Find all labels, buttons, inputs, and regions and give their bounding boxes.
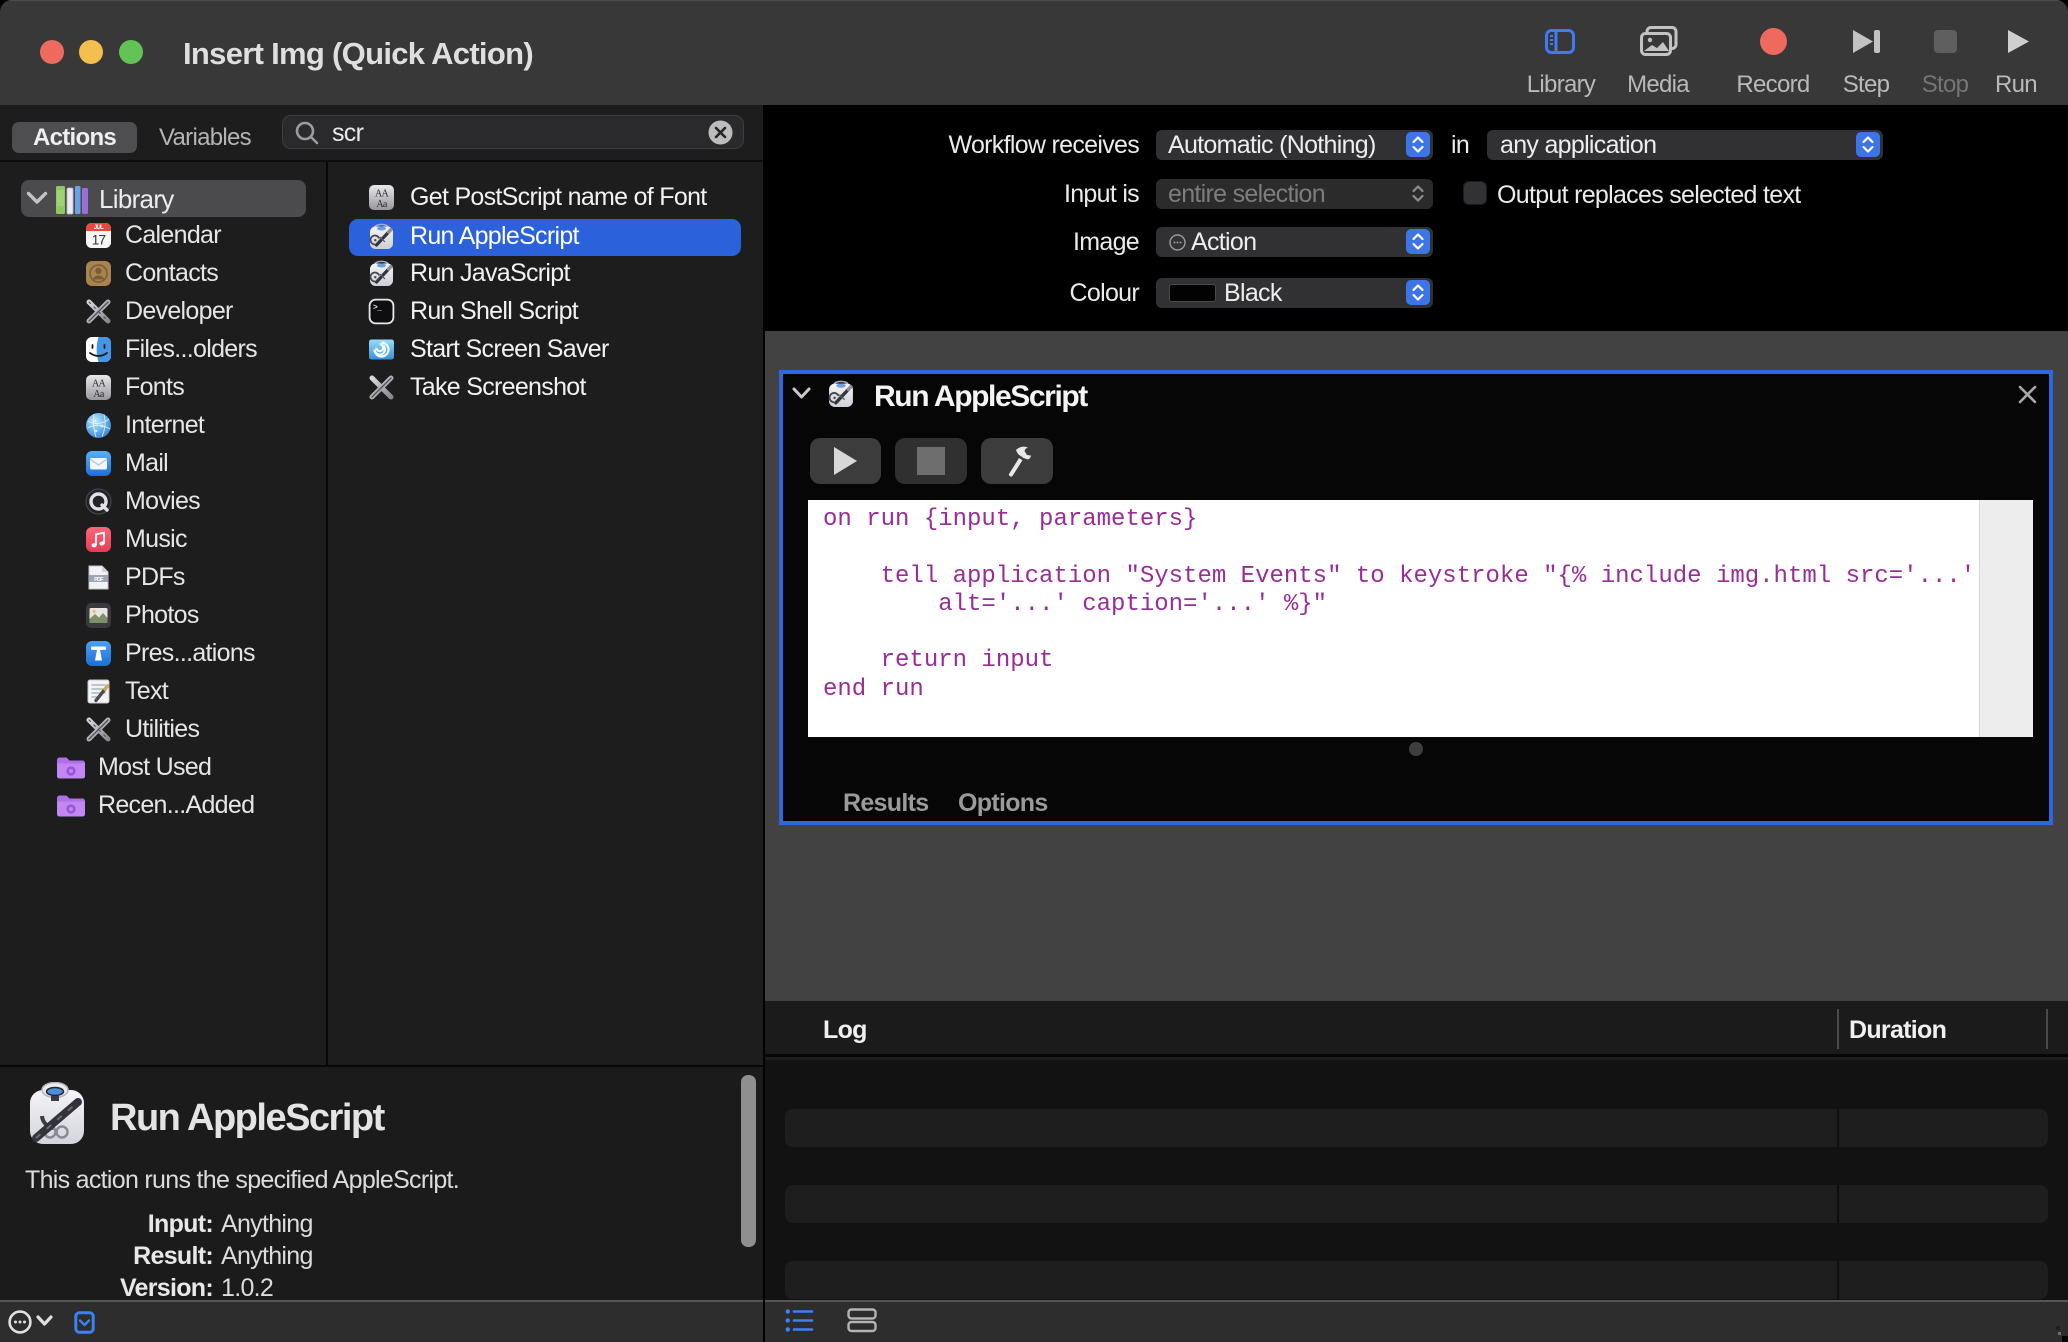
svg-text:PDF: PDF — [94, 577, 104, 583]
svg-text:Aa: Aa — [376, 199, 388, 210]
svg-text:Aa: Aa — [93, 389, 105, 400]
svg-text:AA: AA — [92, 379, 107, 390]
svg-text:17: 17 — [92, 233, 106, 248]
svg-text:>_: >_ — [373, 304, 382, 313]
svg-text:AA: AA — [375, 189, 390, 200]
svg-text:JUL: JUL — [94, 225, 104, 231]
